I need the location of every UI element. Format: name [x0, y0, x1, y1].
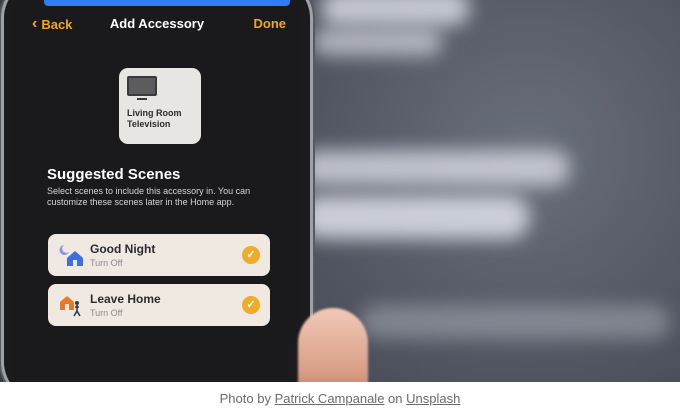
checkmark-icon[interactable]: ✓	[242, 246, 260, 264]
accessory-tile[interactable]: Living Room Television	[119, 68, 201, 144]
scene-good-night[interactable]: Good Night Turn Off ✓	[48, 234, 270, 276]
credit-joiner: on	[388, 391, 403, 406]
accessory-name-line1: Living Room	[127, 108, 182, 118]
scene-status: Turn Off	[90, 308, 123, 318]
moon-house-icon	[59, 245, 83, 266]
blurred-text	[312, 28, 442, 56]
photo-credit: Photo by Patrick Campanale on Unsplash	[0, 384, 680, 413]
author-link[interactable]: Patrick Campanale	[275, 391, 385, 406]
done-button[interactable]: Done	[254, 16, 287, 31]
unsplash-link[interactable]: Unsplash	[406, 391, 460, 406]
accessory-name: Living Room Television	[127, 108, 197, 130]
scene-name: Leave Home	[90, 292, 161, 306]
nav-bar: ‹ Back Add Accessory Done	[14, 10, 300, 40]
person-leaving-house-icon	[60, 296, 81, 317]
thumb	[298, 308, 368, 382]
phone: ‹ Back Add Accessory Done Living Room Te…	[4, 0, 310, 382]
scene-name: Good Night	[90, 242, 156, 256]
checkmark-icon[interactable]: ✓	[242, 296, 260, 314]
phone-screen: ‹ Back Add Accessory Done Living Room Te…	[14, 0, 300, 380]
blurred-logo	[320, 0, 470, 26]
section-description: Select scenes to include this accessory …	[47, 186, 251, 208]
blurred-text	[300, 150, 570, 186]
scene-status: Turn Off	[90, 258, 123, 268]
credit-prefix: Photo by	[219, 391, 271, 406]
status-bar	[44, 0, 290, 6]
section-title: Suggested Scenes	[47, 166, 181, 183]
photo: ‹ Back Add Accessory Done Living Room Te…	[0, 0, 680, 382]
tv-icon	[127, 76, 157, 100]
scene-leave-home[interactable]: Leave Home Turn Off ✓	[48, 284, 270, 326]
blurred-text	[360, 305, 670, 339]
blurred-text	[300, 195, 530, 239]
accessory-name-line2: Television	[127, 118, 171, 129]
